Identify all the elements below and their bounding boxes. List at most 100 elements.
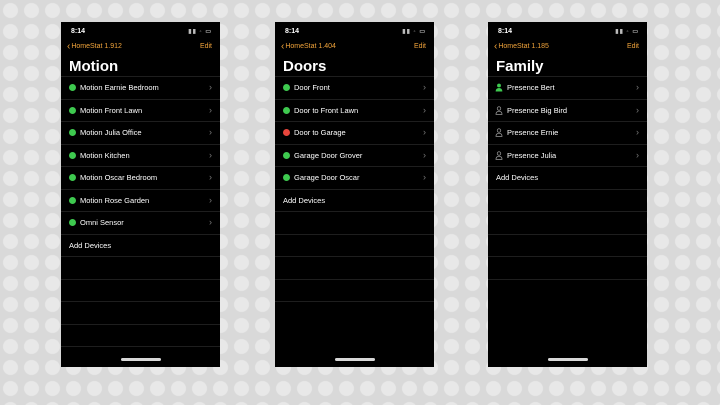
add-devices-button[interactable]: Add Devices — [488, 166, 647, 189]
list-item[interactable]: Motion Front Lawn › — [61, 98, 220, 122]
chevron-right-icon: › — [209, 194, 212, 205]
empty-row — [61, 301, 220, 324]
page-title: Doors — [283, 58, 327, 75]
status-dot-icon — [69, 196, 76, 204]
empty-row — [61, 256, 220, 279]
back-label: HomeStat 1.912 — [71, 43, 122, 50]
list-item-label: Motion Julia Office — [80, 128, 142, 137]
list-item[interactable]: Door Front › — [275, 76, 434, 99]
status-bar: 8:14 ▮▮ ◦ ▭ — [498, 28, 639, 38]
status-dot-icon — [283, 84, 290, 91]
list-item[interactable]: Motion Rose Garden › — [61, 188, 220, 212]
list-item[interactable]: Motion Earnie Bedroom › — [61, 76, 220, 99]
empty-row — [275, 211, 434, 234]
list-item-label: Omni Sensor — [80, 218, 124, 227]
status-time: 8:14 — [498, 28, 513, 35]
empty-row — [61, 278, 220, 302]
list-item-label: Motion Rose Garden — [80, 195, 150, 205]
chevron-right-icon: › — [209, 172, 212, 182]
page-title: Motion — [69, 58, 119, 75]
back-button[interactable]: ‹HomeStat 1.404 — [281, 41, 336, 52]
home-indicator[interactable] — [120, 358, 161, 361]
empty-row — [488, 233, 647, 257]
list-item[interactable]: Presence Julia › — [488, 143, 647, 167]
edit-button[interactable]: Edit — [200, 43, 212, 50]
list-item-label: Motion Oscar Bedroom — [80, 173, 158, 182]
device-list: Motion Earnie Bedroom › Motion Front Lawn ›… — [61, 76, 220, 367]
chevron-right-icon: › — [423, 172, 426, 182]
status-dot-icon — [69, 151, 76, 159]
home-indicator[interactable] — [547, 358, 588, 361]
back-label: HomeStat 1.185 — [498, 43, 549, 50]
status-dot-icon — [69, 219, 76, 226]
chevron-right-icon: › — [423, 104, 426, 115]
add-devices-button[interactable]: Add Devices — [61, 233, 220, 257]
chevron-right-icon: › — [636, 149, 639, 160]
phone-screen-1: 8:14 ▮▮ ◦ ▭ ‹HomeStat 1.912 Edit Motion Motio… — [61, 22, 220, 367]
list-item[interactable]: Door to Front Lawn › — [275, 98, 434, 122]
list-item[interactable]: Garage Door Grover › — [275, 143, 434, 167]
empty-row — [275, 301, 434, 324]
empty-row — [488, 278, 647, 302]
chevron-right-icon: › — [209, 104, 212, 115]
list-item-label: Door to Garage — [294, 128, 346, 137]
list-item-label: Presence Bert — [507, 83, 555, 92]
device-list: Door Front › Door to Front Lawn › Door to Ga… — [275, 76, 434, 324]
list-item[interactable]: Presence Ernie › — [488, 121, 647, 144]
page-title: Family — [496, 58, 544, 75]
list-item[interactable]: Garage Door Oscar › — [275, 166, 434, 189]
nav-bar: ‹HomeStat 1.404 Edit — [281, 41, 426, 55]
back-button[interactable]: ‹HomeStat 1.912 — [67, 41, 122, 52]
device-list: Presence Bert › Presence Big Bird › Presence… — [488, 76, 647, 301]
person-outline-icon — [495, 150, 503, 160]
add-devices-button[interactable]: Add Devices — [275, 188, 434, 212]
nav-bar: ‹HomeStat 1.912 Edit — [67, 41, 212, 55]
empty-row — [488, 188, 647, 212]
person-outline-icon — [495, 128, 503, 137]
list-item[interactable]: Motion Kitchen › — [61, 143, 220, 167]
chevron-right-icon: › — [209, 82, 212, 92]
edit-button[interactable]: Edit — [414, 43, 426, 50]
chevron-right-icon: › — [636, 82, 639, 92]
empty-row — [488, 211, 647, 234]
list-item[interactable]: Omni Sensor › — [61, 211, 220, 234]
back-label: HomeStat 1.404 — [285, 43, 336, 50]
chevron-right-icon: › — [636, 104, 639, 115]
status-time: 8:14 — [71, 28, 86, 35]
chevron-right-icon: › — [209, 127, 212, 137]
empty-row — [488, 256, 647, 279]
list-item-label: Presence Julia — [507, 150, 557, 160]
empty-row — [275, 278, 434, 302]
list-item-label: Garage Door Oscar — [294, 173, 360, 182]
chevron-left-icon: ‹ — [281, 41, 285, 52]
list-item[interactable]: Motion Oscar Bedroom › — [61, 166, 220, 189]
empty-row — [275, 256, 434, 279]
list-item[interactable]: Motion Julia Office › — [61, 121, 220, 144]
edit-button[interactable]: Edit — [627, 43, 639, 50]
list-item-label: Door Front — [294, 83, 330, 92]
status-dot-icon — [69, 129, 76, 136]
list-item[interactable]: Presence Bert › — [488, 76, 647, 99]
empty-row — [61, 323, 220, 347]
status-dot-icon — [283, 129, 290, 136]
empty-row — [275, 233, 434, 257]
phone-screen-2: 8:14 ▮▮ ◦ ▭ ‹HomeStat 1.404 Edit Doors Door F… — [275, 22, 434, 367]
chevron-left-icon: ‹ — [67, 41, 71, 52]
status-dot-icon — [283, 106, 290, 114]
home-indicator[interactable] — [334, 358, 375, 361]
list-item-label: Motion Kitchen — [80, 150, 130, 160]
list-item[interactable]: Door to Garage › — [275, 121, 434, 144]
chevron-right-icon: › — [636, 127, 639, 137]
chevron-right-icon: › — [423, 127, 426, 137]
status-bar: 8:14 ▮▮ ◦ ▭ — [285, 28, 426, 38]
status-dot-icon — [283, 174, 290, 181]
list-item[interactable]: Presence Big Bird › — [488, 98, 647, 122]
empty-row — [61, 346, 220, 367]
person-filled-icon — [495, 83, 503, 92]
list-item-label: Garage Door Grover — [294, 150, 363, 160]
list-item-label: Door to Front Lawn — [294, 105, 359, 115]
back-button[interactable]: ‹HomeStat 1.185 — [494, 42, 549, 52]
list-item-label: Presence Big Bird — [507, 105, 568, 115]
chevron-right-icon: › — [209, 217, 212, 227]
status-dot-icon — [69, 84, 76, 91]
